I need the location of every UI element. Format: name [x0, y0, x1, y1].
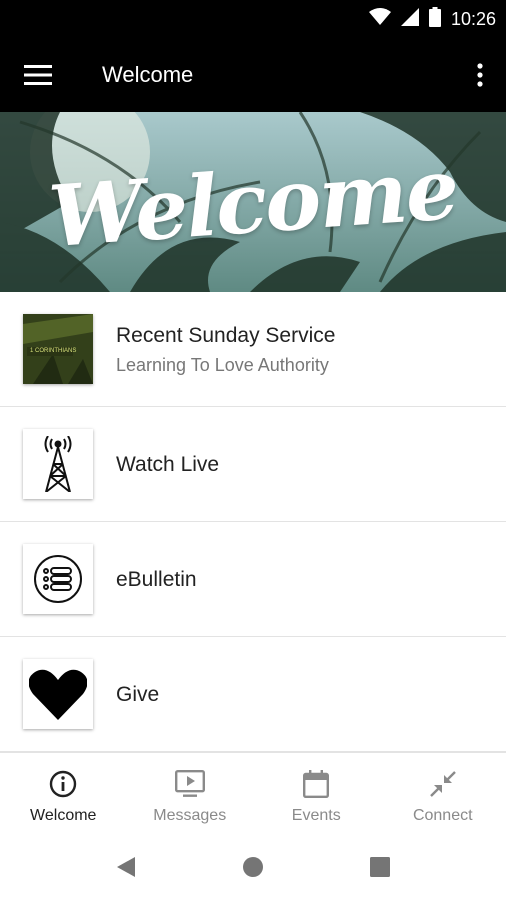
list-item-title: eBulletin — [116, 567, 197, 591]
list-item-ebulletin[interactable]: eBulletin — [0, 522, 506, 637]
back-icon[interactable] — [111, 852, 141, 882]
thumbnail-text: 1 CORINTHIANS — [30, 348, 77, 354]
more-vertical-icon[interactable] — [468, 56, 492, 94]
calendar-icon — [301, 769, 331, 799]
list-item-title: Recent Sunday Service — [116, 323, 336, 347]
bottom-navigation: Welcome Messages Events Connect — [0, 752, 506, 832]
status-icons: 10:26 — [368, 6, 496, 32]
app-bar: Welcome — [0, 38, 506, 112]
wifi-icon — [368, 7, 391, 31]
sermon-thumbnail: 1 CORINTHIANS — [23, 314, 93, 384]
list-item-title: Give — [116, 682, 160, 706]
broadcast-tower-icon — [23, 429, 93, 499]
system-navigation-bar — [0, 832, 506, 900]
list-item-give[interactable]: Give — [0, 637, 506, 752]
list-item-recent-sunday-service[interactable]: 1 CORINTHIANS Recent Sunday Service Lear… — [0, 292, 506, 407]
signal-icon — [400, 7, 419, 31]
tab-messages[interactable]: Messages — [127, 753, 254, 832]
heart-icon — [23, 659, 93, 729]
list-item-watch-live[interactable]: Watch Live — [0, 407, 506, 522]
welcome-banner: Welcome — [0, 112, 506, 292]
tab-events[interactable]: Events — [253, 753, 380, 832]
tab-connect[interactable]: Connect — [380, 753, 506, 832]
tab-label: Messages — [153, 807, 227, 824]
collapse-arrows-icon — [428, 769, 458, 799]
info-icon — [48, 769, 78, 799]
battery-icon — [428, 6, 441, 32]
home-icon[interactable] — [238, 852, 268, 882]
list-item-subtitle: Learning To Love Authority — [116, 354, 329, 375]
recents-icon[interactable] — [365, 852, 395, 882]
tab-label: Connect — [412, 807, 473, 824]
banner-title: Welcome — [45, 138, 461, 266]
tv-play-icon — [174, 769, 205, 799]
hamburger-menu-icon[interactable] — [18, 56, 58, 94]
tab-label: Welcome — [30, 807, 97, 824]
tab-label: Events — [291, 807, 341, 824]
page-title: Welcome — [102, 62, 194, 87]
status-bar: 10:26 — [0, 0, 506, 38]
list-item-title: Watch Live — [116, 452, 220, 476]
bulletin-list-icon — [23, 544, 93, 614]
tab-welcome[interactable]: Welcome — [0, 753, 127, 832]
status-time: 10:26 — [450, 8, 496, 29]
content-list: 1 CORINTHIANS Recent Sunday Service Lear… — [0, 292, 506, 752]
